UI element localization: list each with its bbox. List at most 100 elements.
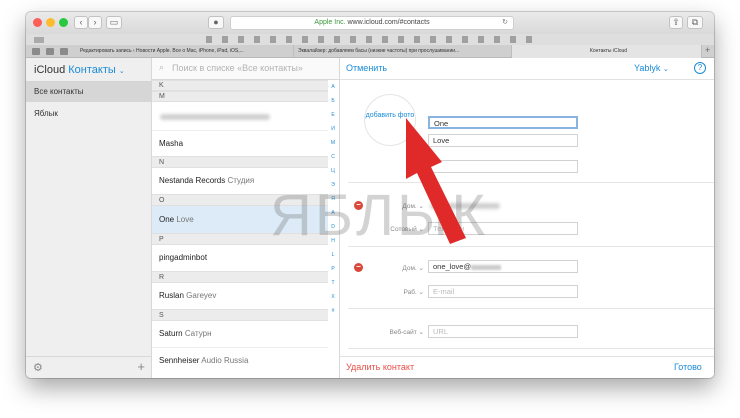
contact-last-name: Audio Russia — [201, 356, 249, 365]
section-name: Контакты — [68, 64, 116, 76]
index-letter[interactable]: С — [327, 150, 339, 164]
search-placeholder: Поиск в списке «Все контакты» — [172, 63, 303, 73]
tab-edit-post[interactable]: Редактировать запись ‹ Новости Apple. Вс… — [76, 45, 294, 58]
add-group-icon[interactable]: + — [137, 359, 145, 374]
index-letter[interactable]: A — [327, 80, 339, 94]
gear-icon[interactable]: ⚙ — [33, 361, 43, 374]
email-field[interactable]: one_love@ — [428, 260, 578, 273]
website-label[interactable]: Веб-сайт ⌄ — [370, 328, 424, 336]
group-all-contacts[interactable]: Все контакты — [26, 82, 152, 102]
contact-first-name: Ruslan — [159, 291, 184, 300]
label-text: Веб-сайт — [389, 329, 417, 336]
index-letter[interactable]: И — [327, 122, 339, 136]
list-item[interactable]: Sennheiser Audio Russia — [152, 347, 328, 373]
blurred-contact-name — [160, 114, 270, 120]
index-letter[interactable]: Ц — [327, 164, 339, 178]
remove-email-icon[interactable]: − — [354, 263, 363, 272]
tab-icloud-contacts[interactable]: Контакты iCloud — [512, 45, 702, 58]
sidebar-toggle-icon[interactable]: ▭ — [106, 16, 122, 29]
extension-icon[interactable]: ● — [208, 16, 224, 29]
tab-label: Контакты iCloud — [589, 48, 628, 54]
chevron-down-icon: ⌄ — [118, 68, 125, 75]
email-label-home[interactable]: Дом. ⌄ — [370, 264, 424, 272]
email-label-work[interactable]: Раб. ⌄ — [370, 288, 424, 296]
label-text: Дом. — [402, 265, 417, 272]
new-tab-icon[interactable]: + — [705, 45, 710, 55]
detail-toolbar: Отменить Yablyk ⌄ ? — [340, 58, 714, 80]
section-header: S — [152, 309, 328, 321]
app-name: iCloud — [34, 64, 66, 76]
cancel-button[interactable]: Отменить — [346, 63, 387, 73]
tab-bar: Редактировать запись ‹ Новости Apple. Вс… — [26, 45, 714, 58]
index-letter[interactable]: Е — [327, 108, 339, 122]
sidebar-footer: ⚙ + — [26, 356, 152, 378]
group-yablyk[interactable]: Яблык — [26, 104, 152, 124]
minimize-window-icon[interactable] — [46, 18, 55, 27]
section-letter: P — [159, 236, 164, 243]
help-icon[interactable]: ? — [694, 62, 706, 74]
favorites-icons-strip[interactable] — [206, 36, 536, 43]
contact-last-name: Gareyev — [186, 291, 217, 300]
contact-first-name: Nestanda Records — [159, 176, 226, 185]
tab-label: Редактировать запись ‹ Новости Apple. Вс… — [80, 48, 244, 54]
tabs-overview-icon[interactable]: ⧉ — [687, 16, 703, 29]
section-letter: O — [159, 197, 165, 204]
account-menu[interactable]: Yablyk ⌄ — [634, 63, 669, 73]
group-label: Яблык — [34, 109, 58, 118]
reload-icon[interactable]: ↻ — [502, 17, 508, 29]
section-letter: R — [159, 274, 165, 281]
red-arrow-annotation — [406, 118, 466, 244]
address-bar[interactable]: Apple Inc. www.icloud.com/#contacts ↻ — [230, 16, 514, 30]
index-letter[interactable]: М — [327, 136, 339, 150]
zoom-window-icon[interactable] — [59, 18, 68, 27]
group-label: Все контакты — [34, 87, 84, 96]
list-item[interactable]: Masha — [152, 130, 328, 156]
detail-footer: Удалить контакт Готово — [340, 356, 714, 378]
section-letter: K — [159, 82, 164, 89]
section-header: N — [152, 156, 328, 168]
forward-icon[interactable]: › — [88, 16, 102, 29]
email-value: one_love@ — [433, 262, 472, 271]
list-item[interactable] — [152, 102, 328, 130]
index-letter[interactable]: P — [327, 262, 339, 276]
contact-last-name: Love — [176, 215, 194, 224]
contact-last-name: Студия — [227, 176, 255, 185]
share-icon[interactable]: ⇪ — [669, 16, 683, 29]
contact-first-name: pingadminbot — [159, 253, 208, 262]
pinned-tab-icon[interactable] — [60, 48, 68, 55]
website-field[interactable]: URL — [428, 325, 578, 338]
label-text: Раб. — [403, 289, 417, 296]
back-icon[interactable]: ‹ — [74, 16, 88, 29]
index-letter[interactable]: T — [327, 276, 339, 290]
section-header: R — [152, 271, 328, 283]
address-url: www.icloud.com/#contacts — [347, 19, 430, 26]
index-letter[interactable]: Б — [327, 94, 339, 108]
contact-first-name: Saturn — [159, 329, 183, 338]
tab-equalizer[interactable]: Эквалайзер: добавляем басы (низкие часто… — [294, 45, 512, 58]
pinned-tab-icon[interactable] — [46, 48, 54, 55]
bookmarks-icon[interactable] — [34, 37, 44, 43]
index-letter[interactable]: X — [327, 290, 339, 304]
list-item[interactable]: Ruslan Gareyev — [152, 283, 328, 309]
account-name: Yablyk — [634, 63, 661, 73]
groups-sidebar: iCloud Контакты ⌄ Все контакты Яблык ⚙ + — [26, 58, 152, 378]
arrow-shape — [406, 118, 466, 244]
done-button[interactable]: Готово — [674, 362, 702, 372]
blurred-email-domain — [471, 264, 502, 270]
pinned-tab-icon[interactable] — [32, 48, 40, 55]
app-title[interactable]: iCloud Контакты ⌄ — [34, 64, 125, 76]
contact-first-name: Sennheiser — [159, 356, 200, 365]
title-bar: ‹ › ▭ ● Apple Inc. www.icloud.com/#conta… — [26, 12, 714, 34]
list-item[interactable]: Saturn Сатурн — [152, 321, 328, 347]
index-letter[interactable]: # — [327, 304, 339, 318]
delete-contact-button[interactable]: Удалить контакт — [346, 362, 414, 372]
section-letter: M — [159, 93, 165, 100]
chevron-down-icon: ⌄ — [662, 66, 669, 73]
section-letter: S — [159, 312, 164, 319]
secure-site-label: Apple Inc. — [314, 19, 346, 26]
email-field-empty[interactable]: E-mail — [428, 285, 578, 298]
index-letter[interactable]: L — [327, 248, 339, 262]
search-icon: ⌕ — [159, 62, 165, 72]
close-window-icon[interactable] — [33, 18, 42, 27]
search-input[interactable]: ⌕ Поиск в списке «Все контакты» — [152, 58, 339, 80]
